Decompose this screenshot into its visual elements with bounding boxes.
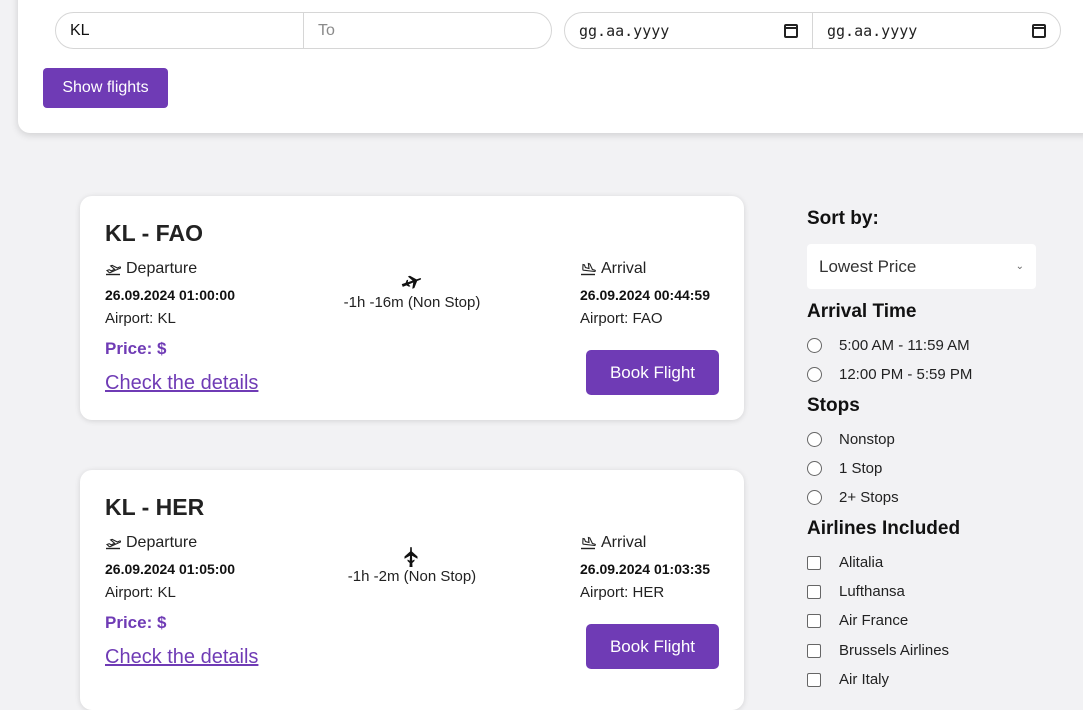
radio-button[interactable] — [807, 338, 822, 353]
plane-landing-icon — [581, 536, 596, 550]
arrival-time-option[interactable]: 5:00 AM - 11:59 AM — [807, 337, 970, 354]
arrival-time-option-label: 12:00 PM - 5:59 PM — [839, 366, 973, 383]
checkbox[interactable] — [807, 672, 821, 687]
departure-date-input[interactable]: gg.aa.yyyy — [565, 13, 812, 48]
departure-label: Departure — [105, 260, 197, 278]
stops-option-label: Nonstop — [839, 431, 895, 448]
plane-takeoff-icon — [105, 538, 121, 550]
departure-datetime: 26.09.2024 01:05:00 — [105, 561, 235, 577]
departure-label-text: Departure — [126, 260, 198, 277]
stops-option-label: 2+ Stops — [839, 489, 899, 506]
flight-duration: -1h -2m (Non Stop) — [347, 568, 477, 585]
checkbox[interactable] — [807, 555, 821, 570]
arrival-time-option[interactable]: 12:00 PM - 5:59 PM — [807, 366, 972, 383]
departure-datetime: 26.09.2024 01:00:00 — [105, 287, 235, 303]
arrival-label: Arrival — [580, 534, 646, 552]
stops-option[interactable]: 2+ Stops — [807, 489, 899, 506]
calendar-icon[interactable] — [784, 23, 798, 38]
arrival-time-option-label: 5:00 AM - 11:59 AM — [839, 337, 970, 354]
show-flights-button[interactable]: Show flights — [43, 68, 168, 108]
to-input[interactable]: To — [303, 13, 551, 48]
chevron-down-icon: ⌄ — [1015, 261, 1024, 272]
flight-price: Price: $ — [105, 613, 167, 632]
departure-label-text: Departure — [126, 534, 198, 551]
plane-landing-icon — [581, 262, 596, 276]
plane-takeoff-icon — [105, 264, 121, 276]
checkbox[interactable] — [807, 643, 821, 658]
flight-price: Price: $ — [105, 339, 167, 358]
airline-option[interactable]: Alitalia — [807, 554, 883, 571]
airline-option[interactable]: Brussels Airlines — [807, 642, 949, 659]
airplane-icon — [401, 275, 422, 289]
airline-option-label: Alitalia — [839, 554, 884, 571]
checkbox[interactable] — [807, 584, 821, 599]
stops-title: Stops — [807, 395, 860, 416]
return-date-placeholder: gg.aa.yyyy — [827, 21, 918, 40]
check-details-link[interactable]: Check the details — [105, 646, 258, 669]
arrival-label-text: Arrival — [601, 534, 647, 551]
airplane-icon — [404, 547, 418, 567]
flight-card: KL - HER Departure 26.09.2024 01:05:00 A… — [80, 470, 744, 710]
airline-option-label: Lufthansa — [839, 583, 905, 600]
flight-route-title: KL - HER — [105, 494, 205, 520]
checkbox[interactable] — [807, 613, 821, 628]
departure-airport: Airport: KL — [105, 584, 176, 601]
arrival-time-title: Arrival Time — [807, 301, 917, 322]
departure-airport: Airport: KL — [105, 310, 176, 327]
departure-label: Departure — [105, 534, 197, 552]
book-flight-button[interactable]: Book Flight — [586, 350, 719, 395]
airline-option[interactable]: Air France — [807, 612, 908, 629]
departure-date-placeholder: gg.aa.yyyy — [579, 21, 670, 40]
stops-option[interactable]: Nonstop — [807, 431, 895, 448]
arrival-airport: Airport: FAO — [580, 310, 663, 327]
flight-card: KL - FAO Departure 26.09.2024 01:00:00 A… — [80, 196, 744, 420]
sort-by-title: Sort by: — [807, 208, 879, 229]
from-input[interactable]: KL — [56, 13, 303, 48]
arrival-datetime: 26.09.2024 00:44:59 — [580, 287, 710, 303]
flight-route-title: KL - FAO — [105, 220, 203, 246]
radio-button[interactable] — [807, 461, 822, 476]
stops-option[interactable]: 1 Stop — [807, 460, 882, 477]
arrival-airport: Airport: HER — [580, 584, 665, 601]
check-details-link[interactable]: Check the details — [105, 372, 258, 395]
arrival-datetime: 26.09.2024 01:03:35 — [580, 561, 710, 577]
airline-option-label: Air Italy — [839, 671, 890, 688]
sort-select[interactable]: Lowest Price ⌄ — [807, 244, 1036, 289]
arrival-label: Arrival — [580, 260, 646, 278]
airline-option[interactable]: Air Italy — [807, 671, 889, 688]
radio-button[interactable] — [807, 490, 822, 505]
stops-option-label: 1 Stop — [839, 460, 883, 477]
airlines-title: Airlines Included — [807, 518, 961, 539]
airline-option-label: Brussels Airlines — [839, 642, 950, 659]
radio-button[interactable] — [807, 432, 822, 447]
book-flight-button[interactable]: Book Flight — [586, 624, 719, 669]
date-input-group: gg.aa.yyyy gg.aa.yyyy — [564, 12, 1061, 49]
calendar-icon[interactable] — [1032, 23, 1046, 38]
flight-duration: -1h -16m (Non Stop) — [343, 294, 481, 311]
return-date-input[interactable]: gg.aa.yyyy — [812, 13, 1060, 48]
route-input-group: KL To — [55, 12, 552, 49]
radio-button[interactable] — [807, 367, 822, 382]
airline-option-label: Air France — [839, 612, 909, 629]
arrival-label-text: Arrival — [601, 260, 647, 277]
sort-selected-value: Lowest Price — [819, 256, 917, 276]
airline-option[interactable]: Lufthansa — [807, 583, 905, 600]
